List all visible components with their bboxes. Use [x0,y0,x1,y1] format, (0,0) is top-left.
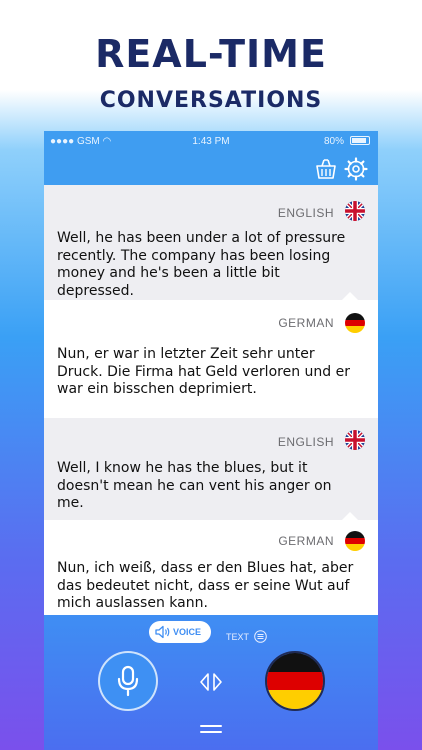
battery-icon [350,136,370,145]
promo-headline: REAL-TIME [95,32,327,76]
swap-arrows-icon [200,673,222,691]
bubble-notch [342,512,358,520]
settings-button[interactable] [344,157,368,181]
language-label: ENGLISH [277,435,334,449]
message-text: Well, he has been under a lot of pressur… [57,230,346,299]
top-toolbar [44,151,378,185]
text-mode-toggle[interactable]: TEXT [226,627,268,643]
language-label: ENGLISH [277,206,334,220]
basket-icon [316,159,336,179]
microphone-icon [117,665,139,697]
uk-flag-icon [345,430,365,450]
uk-flag-icon [345,201,365,221]
menu-button[interactable] [199,722,223,736]
voice-label: VOICE [173,627,202,637]
input-controls: VOICE TEXT [44,615,378,750]
message-text: Nun, er war in letzter Zeit sehr unter D… [57,346,350,397]
conversation-list[interactable]: ENGLISH Well, he has been under a lot of… [44,185,378,615]
message-english-1[interactable]: ENGLISH Well, he has been under a lot of… [44,185,378,300]
message-text: Nun, ich weiß, dass er den Blues hat, ab… [57,560,354,611]
germany-flag-icon [345,531,365,551]
message-text: Well, I know he has the blues, but it do… [57,460,332,511]
speaker-icon [155,625,170,639]
bubble-notch [342,292,358,300]
gear-icon [344,157,368,181]
app-screen: ●●●● GSM ◠ 1:43 PM 80% ENGLISH Well, he … [44,131,378,750]
language-label: GERMAN [278,316,334,330]
germany-flag-icon [267,653,323,709]
promo-subheadline: CONVERSATIONS [99,88,323,113]
battery-percent: 80% [323,136,344,147]
text-lines-icon [254,630,268,643]
message-english-2[interactable]: ENGLISH Well, I know he has the blues, b… [44,418,378,520]
record-microphone-button[interactable] [98,651,158,711]
clear-conversation-button[interactable] [314,157,338,181]
hamburger-icon [200,725,222,733]
target-language-button[interactable] [265,651,325,711]
swap-languages-button[interactable] [198,671,224,693]
message-german-2[interactable]: GERMAN Nun, ich weiß, dass er den Blues … [44,520,378,615]
voice-mode-toggle[interactable]: VOICE [149,621,211,643]
germany-flag-icon [345,313,365,333]
message-german-1[interactable]: GERMAN Nun, er war in letzter Zeit sehr … [44,300,378,418]
text-label: TEXT [226,632,249,642]
language-label: GERMAN [278,534,334,548]
status-bar: ●●●● GSM ◠ 1:43 PM 80% [44,131,378,151]
